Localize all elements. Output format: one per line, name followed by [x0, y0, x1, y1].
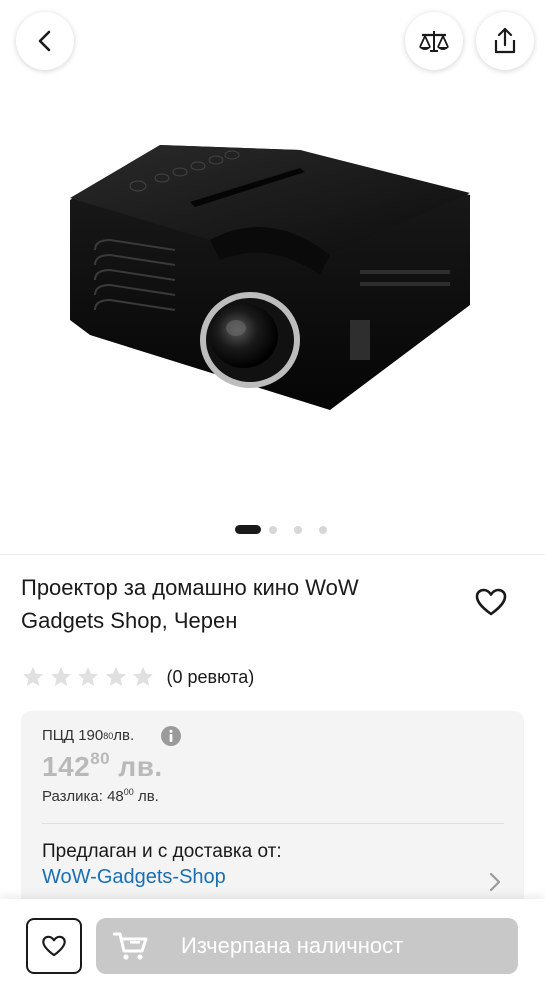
heart-icon: [42, 935, 66, 957]
out-of-stock-button[interactable]: Изчерпана наличност: [96, 918, 518, 974]
divider: [0, 554, 545, 555]
price-cents: 80: [90, 749, 111, 768]
share-icon: [494, 27, 516, 54]
rrp-cents: 80: [103, 730, 114, 741]
product-image: [70, 145, 470, 410]
pagination-dot[interactable]: [294, 526, 302, 534]
star-icon: [78, 667, 98, 686]
pagination-dot[interactable]: [269, 526, 277, 534]
diff-currency: лв.: [133, 788, 159, 805]
divider: [42, 823, 504, 824]
favorite-button[interactable]: [26, 918, 82, 974]
info-icon[interactable]: [160, 725, 182, 747]
price-difference: Разлика: 4800 лв.: [42, 787, 159, 805]
star-icon: [50, 667, 71, 686]
diff-label: Разлика: 48: [42, 788, 124, 805]
scales-icon: [419, 31, 449, 52]
star-icon: [105, 667, 126, 686]
price-currency: лв.: [110, 751, 163, 782]
heart-icon: [475, 588, 507, 616]
seller-link[interactable]: WoW-Gadgets-Shop: [42, 866, 226, 889]
diff-cents: 00: [123, 787, 134, 797]
current-price: 14280 лв.: [42, 749, 163, 783]
out-of-stock-label: Изчерпана наличност: [181, 933, 404, 958]
price-card: ПЦД 190 80 лв. 14280 лв. Разлика: 4800 лв…: [21, 711, 524, 911]
cart-icon: [113, 932, 148, 960]
offered-by-label: Предлаган и с доставка от:: [42, 841, 282, 862]
add-to-favorites-button[interactable]: [470, 582, 512, 622]
star-icon: [23, 667, 43, 686]
star-icon: [133, 667, 153, 686]
price-main: 142: [42, 751, 91, 782]
bottom-action-bar: Изчерпана наличност: [0, 899, 545, 1000]
chevron-left-icon: [38, 30, 51, 52]
recommended-price: ПЦД 190 80 лв.: [42, 727, 134, 744]
rating[interactable]: (0 ревюта): [21, 662, 254, 692]
product-title: Проектор за домашно кино WoW Gadgets Sho…: [21, 575, 359, 633]
compare-button[interactable]: [405, 12, 463, 70]
rrp-currency: лв.: [113, 727, 135, 744]
chevron-right-icon[interactable]: [487, 871, 503, 893]
pagination-dot[interactable]: [319, 526, 327, 534]
pagination-dot-active[interactable]: [235, 525, 261, 534]
reviews-count[interactable]: (0 ревюта): [167, 667, 255, 688]
back-button[interactable]: [16, 12, 74, 70]
gallery-pagination: [0, 524, 545, 536]
share-button[interactable]: [476, 12, 534, 70]
rrp-label: ПЦД 190: [42, 727, 104, 744]
product-image-gallery[interactable]: [0, 90, 545, 510]
